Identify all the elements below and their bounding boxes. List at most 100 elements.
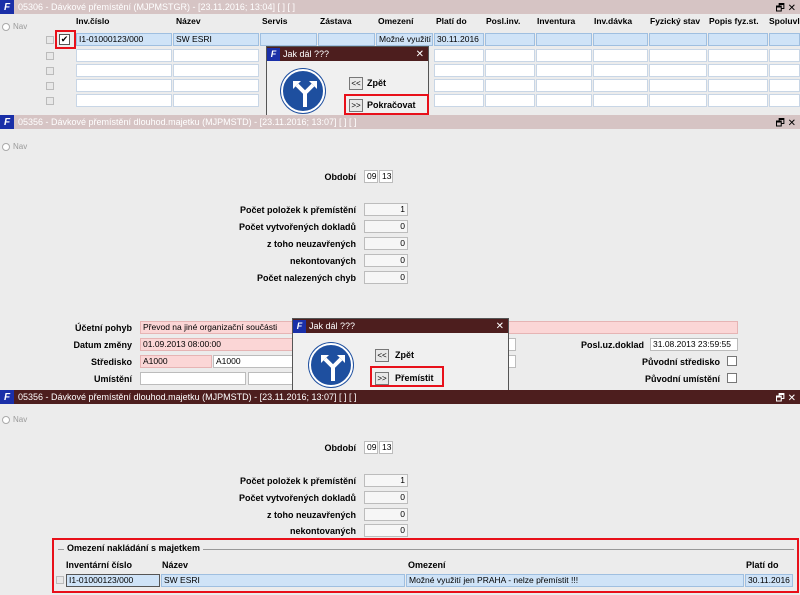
window-titlebar[interactable]: F 05306 - Dávkové přemístění (MJPMSTGR) … bbox=[0, 0, 800, 14]
col-header-fyzicky-stav[interactable]: Fyzický stav bbox=[650, 16, 700, 30]
close-icon[interactable]: ✕ bbox=[496, 321, 504, 332]
cell-empty[interactable] bbox=[536, 79, 592, 92]
cell-empty[interactable] bbox=[649, 49, 707, 62]
hidden-field[interactable] bbox=[508, 338, 516, 351]
cell-empty[interactable] bbox=[536, 49, 592, 62]
datum-zmeny-field[interactable]: 01.09.2013 08:00:00 bbox=[140, 338, 300, 351]
stat-value: 0 bbox=[364, 271, 408, 284]
cell-empty[interactable] bbox=[649, 79, 707, 92]
obdobi-label: Období bbox=[324, 172, 357, 182]
cell-empty[interactable] bbox=[536, 94, 592, 107]
dialog-titlebar[interactable]: F Jak dál ??? ✕ bbox=[293, 319, 508, 333]
back-button[interactable]: << bbox=[375, 349, 389, 362]
cell-empty[interactable] bbox=[434, 94, 484, 107]
cell-inv[interactable]: I1-01000123/000 bbox=[76, 33, 172, 46]
nav-toggle[interactable]: Nav bbox=[2, 22, 27, 31]
window-mjpmstd-1: F 05356 - Dávkové přemístění dlouhod.maj… bbox=[0, 115, 800, 390]
stat-label: Počet položek k přemístění bbox=[239, 205, 356, 215]
window-controls[interactable]: 🗗 ✕ bbox=[775, 116, 796, 133]
cell-empty[interactable] bbox=[649, 94, 707, 107]
cell-empty[interactable] bbox=[593, 64, 648, 77]
cell-spoluvla[interactable] bbox=[769, 33, 800, 46]
row-marker[interactable] bbox=[46, 52, 54, 60]
cell-empty[interactable] bbox=[536, 64, 592, 77]
cell-empty[interactable] bbox=[76, 94, 172, 107]
cell-plati[interactable]: 30.11.2016 bbox=[434, 33, 484, 46]
row-marker[interactable] bbox=[46, 36, 54, 44]
umisteni-field[interactable] bbox=[140, 372, 246, 385]
col-header-omezeni[interactable]: Omezení bbox=[378, 16, 413, 30]
cell-empty[interactable] bbox=[173, 79, 259, 92]
nav-toggle[interactable]: Nav bbox=[2, 415, 27, 424]
dialog-titlebar[interactable]: F Jak dál ??? ✕ bbox=[267, 47, 428, 61]
col-header-servis[interactable]: Servis bbox=[262, 16, 288, 30]
cell-empty[interactable] bbox=[593, 79, 648, 92]
cell-empty[interactable] bbox=[649, 64, 707, 77]
col-header-popis[interactable]: Popis fyz.st. bbox=[709, 16, 759, 30]
cell-fyzicky-stav[interactable] bbox=[649, 33, 707, 46]
stredisko-field[interactable]: A1000 bbox=[140, 355, 212, 368]
cell-inventura[interactable] bbox=[536, 33, 592, 46]
window-controls[interactable]: 🗗 ✕ bbox=[775, 391, 796, 408]
cell-empty[interactable] bbox=[434, 79, 484, 92]
cell-posl-inv[interactable] bbox=[485, 33, 535, 46]
cell-empty[interactable] bbox=[769, 94, 800, 107]
cell-empty[interactable] bbox=[485, 49, 535, 62]
cell-empty[interactable] bbox=[76, 49, 172, 62]
cell-empty[interactable] bbox=[434, 64, 484, 77]
cell-empty[interactable] bbox=[173, 64, 259, 77]
window-title: 05356 - Dávkové přemístění dlouhod.majet… bbox=[18, 392, 357, 402]
col-header-inventura[interactable]: Inventura bbox=[537, 16, 575, 30]
cell-empty[interactable] bbox=[173, 94, 259, 107]
hidden-field[interactable] bbox=[508, 355, 516, 368]
puvodni-stredisko-checkbox[interactable] bbox=[727, 356, 737, 366]
cell-empty[interactable] bbox=[769, 79, 800, 92]
cell-empty[interactable] bbox=[485, 94, 535, 107]
cell-omezeni[interactable]: Možné využití bbox=[376, 33, 433, 46]
cell-zastava[interactable] bbox=[318, 33, 375, 46]
cell-empty[interactable] bbox=[485, 64, 535, 77]
nav-toggle[interactable]: Nav bbox=[2, 142, 27, 151]
back-label: Zpět bbox=[367, 78, 386, 88]
obdobi-month-field[interactable]: 09 bbox=[364, 170, 378, 183]
row-marker[interactable] bbox=[46, 97, 54, 105]
cell-empty[interactable] bbox=[76, 64, 172, 77]
col-header-zastava[interactable]: Zástava bbox=[320, 16, 352, 30]
cell-empty[interactable] bbox=[769, 64, 800, 77]
back-label: Zpět bbox=[395, 350, 414, 360]
stat-label: nekontovaných bbox=[289, 526, 356, 536]
obdobi-year-field[interactable]: 13 bbox=[379, 441, 393, 454]
row-marker[interactable] bbox=[46, 82, 54, 90]
cell-name[interactable]: SW ESRI bbox=[173, 33, 259, 46]
cell-inv-davka[interactable] bbox=[593, 33, 648, 46]
cell-empty[interactable] bbox=[485, 79, 535, 92]
cell-servis[interactable] bbox=[260, 33, 317, 46]
cell-empty[interactable] bbox=[708, 64, 768, 77]
row-marker[interactable] bbox=[46, 67, 54, 75]
col-header-inv-davka[interactable]: Inv.dávka bbox=[594, 16, 632, 30]
cell-empty[interactable] bbox=[434, 49, 484, 62]
cell-empty[interactable] bbox=[593, 49, 648, 62]
cell-empty[interactable] bbox=[708, 79, 768, 92]
col-header-inv[interactable]: Inv.číslo bbox=[76, 16, 109, 30]
cell-empty[interactable] bbox=[708, 49, 768, 62]
back-button[interactable]: << bbox=[349, 77, 363, 90]
cell-empty[interactable] bbox=[769, 49, 800, 62]
window-titlebar[interactable]: F 05356 - Dávkové přemístění dlouhod.maj… bbox=[0, 390, 800, 404]
close-icon[interactable]: ✕ bbox=[416, 49, 424, 60]
puvodni-umisteni-checkbox[interactable] bbox=[727, 373, 737, 383]
window-titlebar[interactable]: F 05356 - Dávkové přemístění dlouhod.maj… bbox=[0, 115, 800, 129]
col-header-plati[interactable]: Platí do bbox=[436, 16, 467, 30]
cell-empty[interactable] bbox=[708, 94, 768, 107]
cell-popis[interactable] bbox=[708, 33, 768, 46]
obdobi-month-field[interactable]: 09 bbox=[364, 441, 378, 454]
obdobi-year-field[interactable]: 13 bbox=[379, 170, 393, 183]
col-header-name[interactable]: Název bbox=[176, 16, 201, 30]
cell-empty[interactable] bbox=[173, 49, 259, 62]
col-header-spoluvla[interactable]: Spoluvla bbox=[769, 16, 800, 30]
col-header-posl-inv[interactable]: Posl.inv. bbox=[486, 16, 520, 30]
stredisko-name-field[interactable]: A1000 bbox=[213, 355, 303, 368]
cell-empty[interactable] bbox=[593, 94, 648, 107]
cell-empty[interactable] bbox=[76, 79, 172, 92]
app-logo-icon: F bbox=[0, 115, 14, 129]
